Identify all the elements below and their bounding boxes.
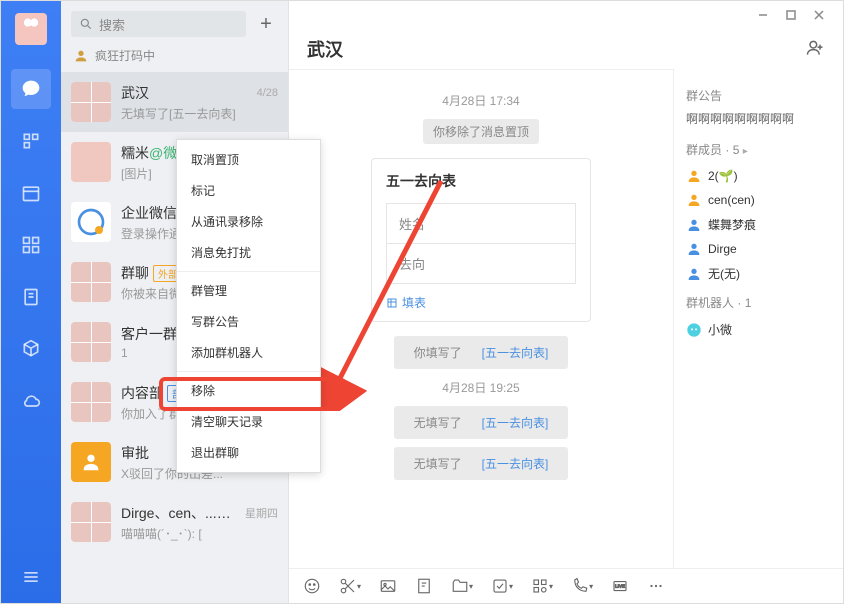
add-chat-button[interactable]: + bbox=[254, 12, 278, 36]
user-avatar[interactable] bbox=[15, 13, 47, 45]
chat-avatar bbox=[71, 82, 111, 122]
menu-leave-group[interactable]: 退出群聊 bbox=[177, 437, 320, 468]
form-field: 姓名 bbox=[387, 204, 576, 244]
scissors-icon[interactable]: ▾ bbox=[339, 577, 361, 595]
menu-remove-contact[interactable]: 从通讯录移除 bbox=[177, 206, 320, 237]
nav-apps-icon[interactable] bbox=[11, 121, 51, 161]
system-message: 无填写了[五一去向表] bbox=[309, 447, 653, 480]
form-field: 去向 bbox=[387, 244, 576, 284]
maximize-button[interactable] bbox=[777, 4, 805, 26]
menu-mark[interactable]: 标记 bbox=[177, 175, 320, 206]
chat-item[interactable]: 武汉 4/28 无填写了[五一去向表] bbox=[61, 72, 288, 132]
nav-menu-icon[interactable] bbox=[11, 557, 51, 597]
nav-cloud-icon[interactable] bbox=[11, 381, 51, 421]
timestamp: 4月28日 19:25 bbox=[309, 379, 653, 396]
chat-time: 4/28 bbox=[257, 87, 278, 99]
minimize-button[interactable] bbox=[749, 4, 777, 26]
menu-remove[interactable]: 移除 bbox=[177, 375, 320, 406]
chat-avatar bbox=[71, 322, 111, 362]
expand-arrow[interactable]: ▸ bbox=[743, 146, 748, 157]
system-message: 你移除了消息置顶 bbox=[309, 119, 653, 144]
member-item[interactable]: 蝶舞梦痕 bbox=[686, 212, 831, 237]
close-button[interactable] bbox=[805, 4, 833, 26]
timestamp: 4月28日 17:34 bbox=[309, 92, 653, 109]
chat-avatar bbox=[71, 502, 111, 542]
chat-avatar bbox=[71, 262, 111, 302]
chat-title: 武汉 bbox=[307, 36, 805, 62]
announce-text: 啊啊啊啊啊啊啊啊啊 bbox=[686, 110, 831, 127]
chat-name: 武汉 bbox=[121, 83, 149, 103]
form-title: 五一去向表 bbox=[372, 159, 590, 203]
nav-cube-icon[interactable] bbox=[11, 329, 51, 369]
menu-unpin[interactable]: 取消置顶 bbox=[177, 144, 320, 175]
chat-header: 武汉 bbox=[289, 29, 843, 69]
title-bar bbox=[289, 1, 843, 29]
more-icon[interactable] bbox=[647, 577, 665, 595]
chat-name: Dirge、cen、...外部 bbox=[121, 503, 239, 523]
messages-area: 4月28日 17:34 你移除了消息置顶 五一去向表 姓名 去向 填表 你填写了… bbox=[289, 69, 673, 568]
chat-avatar bbox=[71, 142, 111, 182]
context-menu: 取消置顶 标记 从通讯录移除 消息免打扰 群管理 写群公告 添加群机器人 移除 … bbox=[176, 139, 321, 473]
menu-clear-history[interactable]: 清空聊天记录 bbox=[177, 406, 320, 437]
chat-item[interactable]: Dirge、cen、...外部星期四 喵喵喵(´･_･`): [ bbox=[61, 492, 288, 552]
nav-grid-icon[interactable] bbox=[11, 225, 51, 265]
member-item[interactable]: Dirge bbox=[686, 237, 831, 261]
nav-rail bbox=[1, 1, 61, 603]
chat-avatar bbox=[71, 382, 111, 422]
member-item[interactable]: 2(🌱) bbox=[686, 164, 831, 188]
status-text: 疯狂打码中 bbox=[95, 47, 155, 64]
image-icon[interactable] bbox=[379, 577, 397, 595]
info-panel: 群公告 啊啊啊啊啊啊啊啊啊 群成员 · 5 ▸ 2(🌱) cen(cen) 蝶舞… bbox=[673, 69, 843, 568]
search-input[interactable]: 搜索 bbox=[71, 11, 246, 37]
menu-group-manage[interactable]: 群管理 bbox=[177, 275, 320, 306]
system-message: 你填写了[五一去向表] bbox=[309, 336, 653, 369]
compose-area: ▾ ▾ ▾ ▾ ▾ LIVE bbox=[289, 568, 843, 603]
search-placeholder: 搜索 bbox=[99, 15, 125, 34]
menu-write-announce[interactable]: 写群公告 bbox=[177, 306, 320, 337]
member-item[interactable]: cen(cen) bbox=[686, 188, 831, 212]
nav-calendar-icon[interactable] bbox=[11, 173, 51, 213]
form-action[interactable]: 填表 bbox=[372, 284, 590, 321]
bots-title: 群机器人 · 1 bbox=[686, 294, 831, 311]
nav-chat-icon[interactable] bbox=[11, 69, 51, 109]
chat-preview: 喵喵喵(´･_･`): [ bbox=[121, 525, 278, 542]
chat-time: 星期四 bbox=[245, 505, 278, 521]
phone-icon[interactable]: ▾ bbox=[571, 577, 593, 595]
nav-doc-icon[interactable] bbox=[11, 277, 51, 317]
check-icon[interactable]: ▾ bbox=[491, 577, 513, 595]
emoji-icon[interactable] bbox=[303, 577, 321, 595]
live-icon[interactable]: LIVE bbox=[611, 577, 629, 595]
menu-mute[interactable]: 消息免打扰 bbox=[177, 237, 320, 268]
chat-name: 审批 bbox=[121, 443, 149, 463]
folder-icon[interactable]: ▾ bbox=[451, 577, 473, 595]
member-item[interactable]: 无(无) bbox=[686, 261, 831, 286]
status-row: 疯狂打码中 bbox=[61, 43, 288, 72]
apps-icon[interactable]: ▾ bbox=[531, 577, 553, 595]
chat-main: 武汉 4月28日 17:34 你移除了消息置顶 五一去向表 姓名 去向 bbox=[289, 1, 843, 603]
chat-preview: 无填写了[五一去向表] bbox=[121, 105, 278, 122]
menu-add-bot[interactable]: 添加群机器人 bbox=[177, 337, 320, 368]
svg-text:LIVE: LIVE bbox=[615, 584, 625, 589]
chat-avatar bbox=[71, 442, 111, 482]
bot-item[interactable]: 小微 bbox=[686, 317, 831, 342]
chat-name: 群聊外部 bbox=[121, 263, 183, 283]
system-message: 无填写了[五一去向表] bbox=[309, 406, 653, 439]
announce-title: 群公告 bbox=[686, 87, 831, 104]
form-card[interactable]: 五一去向表 姓名 去向 填表 bbox=[371, 158, 591, 322]
compose-toolbar: ▾ ▾ ▾ ▾ ▾ LIVE bbox=[289, 569, 843, 603]
doc-icon[interactable] bbox=[415, 577, 433, 595]
chat-avatar bbox=[71, 202, 111, 242]
members-title: 群成员 · 5 ▸ bbox=[686, 141, 831, 158]
add-member-button[interactable] bbox=[805, 38, 825, 61]
